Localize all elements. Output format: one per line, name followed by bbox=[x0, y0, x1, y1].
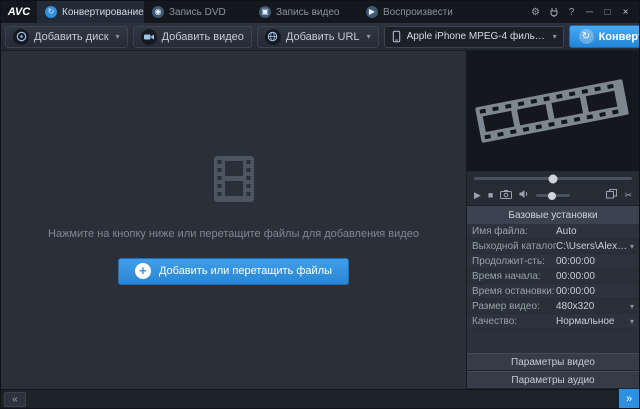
statusbar: « » bbox=[1, 389, 639, 408]
stop-button[interactable]: ■ bbox=[488, 191, 493, 200]
screen-icon: ▣ bbox=[259, 6, 271, 18]
seek-bar[interactable] bbox=[467, 171, 639, 186]
convert-icon: ↻ bbox=[45, 6, 57, 18]
output-format-select[interactable]: Apple iPhone MPEG-4 фильм (*.mp4) ▾ bbox=[384, 26, 564, 48]
seek-track[interactable] bbox=[474, 177, 632, 180]
duration-value[interactable]: 00:00:00 bbox=[556, 256, 634, 267]
chevron-down-icon: ▾ bbox=[367, 32, 371, 41]
drop-hint-text: Нажмите на кнопку ниже или перетащите фа… bbox=[48, 228, 419, 240]
basic-settings-header: Базовые установки bbox=[467, 206, 639, 224]
seek-thumb[interactable] bbox=[549, 174, 558, 183]
titlebar: AVC ↻ Конвертирование ◉ Запись DVD ▣ Зап… bbox=[1, 1, 639, 23]
volume-thumb[interactable] bbox=[548, 192, 556, 200]
compare-button[interactable] bbox=[606, 189, 617, 202]
add-disc-button[interactable]: Добавить диск ▾ bbox=[5, 26, 128, 48]
compare-windows-icon bbox=[606, 189, 617, 199]
app-logo: AVC bbox=[1, 1, 37, 23]
disc-icon: ◉ bbox=[152, 6, 164, 18]
setting-row-video-size: Размер видео: 480x320 ▾ bbox=[467, 299, 639, 314]
tab-label: Запись видео bbox=[276, 7, 339, 18]
output-dir-value[interactable]: C:\Users\Alex\Videos\A... bbox=[556, 241, 628, 252]
window-controls: ⚙ ? ─ □ × bbox=[527, 1, 639, 23]
video-params-button[interactable]: Параметры видео bbox=[467, 353, 639, 371]
snapshot-button[interactable] bbox=[500, 190, 512, 202]
plug-icon bbox=[549, 7, 559, 17]
setting-row-stop-time: Время остановки: 00:00:00 bbox=[467, 284, 639, 299]
filmstrip-graphic bbox=[473, 69, 631, 153]
speaker-icon bbox=[519, 189, 529, 199]
globe-icon bbox=[265, 29, 281, 45]
stop-time-value[interactable]: 00:00:00 bbox=[556, 286, 634, 297]
chevron-down-icon: ▾ bbox=[116, 32, 120, 41]
tab-label: Запись DVD bbox=[169, 7, 226, 18]
video-size-value[interactable]: 480x320 bbox=[556, 301, 628, 312]
plus-icon: + bbox=[135, 263, 151, 279]
camera-icon bbox=[500, 190, 512, 199]
convert-label: Конвертировать! bbox=[599, 31, 640, 43]
expand-right-button[interactable]: » bbox=[619, 389, 639, 409]
disc-add-icon bbox=[13, 29, 29, 45]
tab-burn-dvd[interactable]: ◉ Запись DVD bbox=[144, 1, 251, 23]
tab-play[interactable]: ▶ Воспроизвести bbox=[358, 1, 465, 23]
plugin-button[interactable] bbox=[545, 4, 562, 20]
convert-button[interactable]: ↻ Конвертировать! bbox=[569, 25, 640, 48]
video-add-icon bbox=[141, 29, 157, 45]
chevron-down-icon[interactable]: ▾ bbox=[628, 242, 634, 251]
main-tabs: ↻ Конвертирование ◉ Запись DVD ▣ Запись … bbox=[37, 1, 465, 23]
chevron-down-icon[interactable]: ▾ bbox=[628, 302, 634, 311]
filmstrip-icon bbox=[214, 156, 254, 202]
clip-button[interactable]: ✂ bbox=[624, 191, 632, 200]
playback-controls: ▶ ■ bbox=[467, 186, 639, 206]
tab-convert[interactable]: ↻ Конвертирование bbox=[37, 1, 144, 23]
chevron-down-icon: ▾ bbox=[553, 32, 557, 41]
add-url-button[interactable]: Добавить URL ▾ bbox=[257, 26, 379, 48]
add-video-label: Добавить видео bbox=[162, 31, 244, 43]
volume-slider[interactable] bbox=[536, 194, 570, 197]
settings-gear-button[interactable]: ⚙ bbox=[527, 4, 544, 20]
audio-params-button[interactable]: Параметры аудио bbox=[467, 371, 639, 389]
file-drop-zone[interactable]: Нажмите на кнопку ниже или перетащите фа… bbox=[1, 51, 467, 389]
add-files-button[interactable]: + Добавить или перетащить файлы bbox=[118, 258, 349, 285]
content: Нажмите на кнопку ниже или перетащите фа… bbox=[1, 51, 639, 389]
tab-record-video[interactable]: ▣ Запись видео bbox=[251, 1, 358, 23]
video-preview bbox=[467, 51, 639, 171]
help-button[interactable]: ? bbox=[563, 4, 580, 20]
app-window: AVC ↻ Конвертирование ◉ Запись DVD ▣ Зап… bbox=[0, 0, 640, 409]
add-video-button[interactable]: Добавить видео bbox=[133, 26, 252, 48]
output-format-value: Apple iPhone MPEG-4 фильм (*.mp4) bbox=[407, 31, 546, 42]
mute-button[interactable] bbox=[519, 189, 529, 202]
minimize-button[interactable]: ─ bbox=[581, 4, 598, 20]
close-button[interactable]: × bbox=[617, 4, 634, 20]
collapse-left-button[interactable]: « bbox=[4, 392, 26, 407]
setting-row-quality: Качество: Нормальное ▾ bbox=[467, 314, 639, 329]
setting-row-duration: Продолжит-сть: 00:00:00 bbox=[467, 254, 639, 269]
setting-row-start-time: Время начала: 00:00:00 bbox=[467, 269, 639, 284]
setting-row-output-dir: Выходной каталог: C:\Users\Alex\Videos\A… bbox=[467, 239, 639, 254]
add-disc-label: Добавить диск bbox=[34, 31, 109, 43]
add-url-label: Добавить URL bbox=[286, 31, 360, 43]
quality-value[interactable]: Нормальное bbox=[556, 316, 628, 327]
toolbar: Добавить диск ▾ Добавить видео Добавить … bbox=[1, 23, 639, 51]
tab-label: Конвертирование bbox=[62, 7, 144, 18]
setting-row-filename: Имя файла: Auto bbox=[467, 224, 639, 239]
chevron-down-icon[interactable]: ▾ bbox=[628, 317, 634, 326]
right-panel: ▶ ■ bbox=[467, 51, 639, 389]
phone-icon bbox=[391, 30, 402, 43]
play-button[interactable]: ▶ bbox=[474, 191, 481, 200]
convert-icon: ↻ bbox=[579, 29, 594, 44]
tab-label: Воспроизвести bbox=[383, 7, 453, 18]
filename-value[interactable]: Auto bbox=[556, 226, 634, 237]
maximize-button[interactable]: □ bbox=[599, 4, 616, 20]
start-time-value[interactable]: 00:00:00 bbox=[556, 271, 634, 282]
play-icon: ▶ bbox=[366, 6, 378, 18]
add-files-label: Добавить или перетащить файлы bbox=[159, 265, 332, 277]
